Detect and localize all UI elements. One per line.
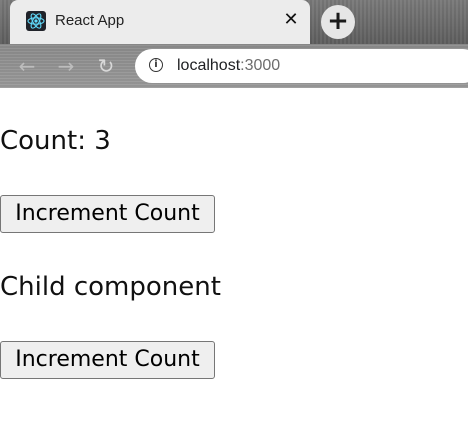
browser-chrome: React App ✕ + ← → ↻ i localhost:3000	[0, 0, 468, 88]
page-content: Count: 3 Increment Count Child component…	[0, 88, 468, 446]
url-text[interactable]: localhost:3000	[177, 57, 280, 75]
count-display: Count: 3	[0, 126, 111, 156]
back-arrow-icon[interactable]: ←	[15, 54, 39, 78]
tab-title: React App	[55, 12, 125, 29]
new-tab-button[interactable]: +	[321, 5, 355, 39]
close-tab-icon[interactable]: ✕	[280, 9, 302, 31]
address-bar[interactable]: i localhost:3000	[135, 49, 468, 83]
increment-count-button[interactable]: Increment Count	[0, 195, 215, 233]
reload-icon[interactable]: ↻	[94, 54, 118, 78]
info-icon[interactable]: i	[149, 58, 163, 72]
child-increment-count-button[interactable]: Increment Count	[0, 341, 215, 379]
tab-strip: React App ✕ +	[0, 0, 468, 44]
browser-toolbar: ← → ↻ i localhost:3000	[0, 44, 468, 88]
react-logo-icon	[26, 11, 46, 31]
url-host: localhost	[177, 57, 241, 74]
forward-arrow-icon[interactable]: →	[54, 54, 78, 78]
child-component-heading: Child component	[0, 272, 221, 302]
browser-tab[interactable]: React App ✕	[10, 0, 310, 44]
url-port: :3000	[240, 57, 281, 74]
